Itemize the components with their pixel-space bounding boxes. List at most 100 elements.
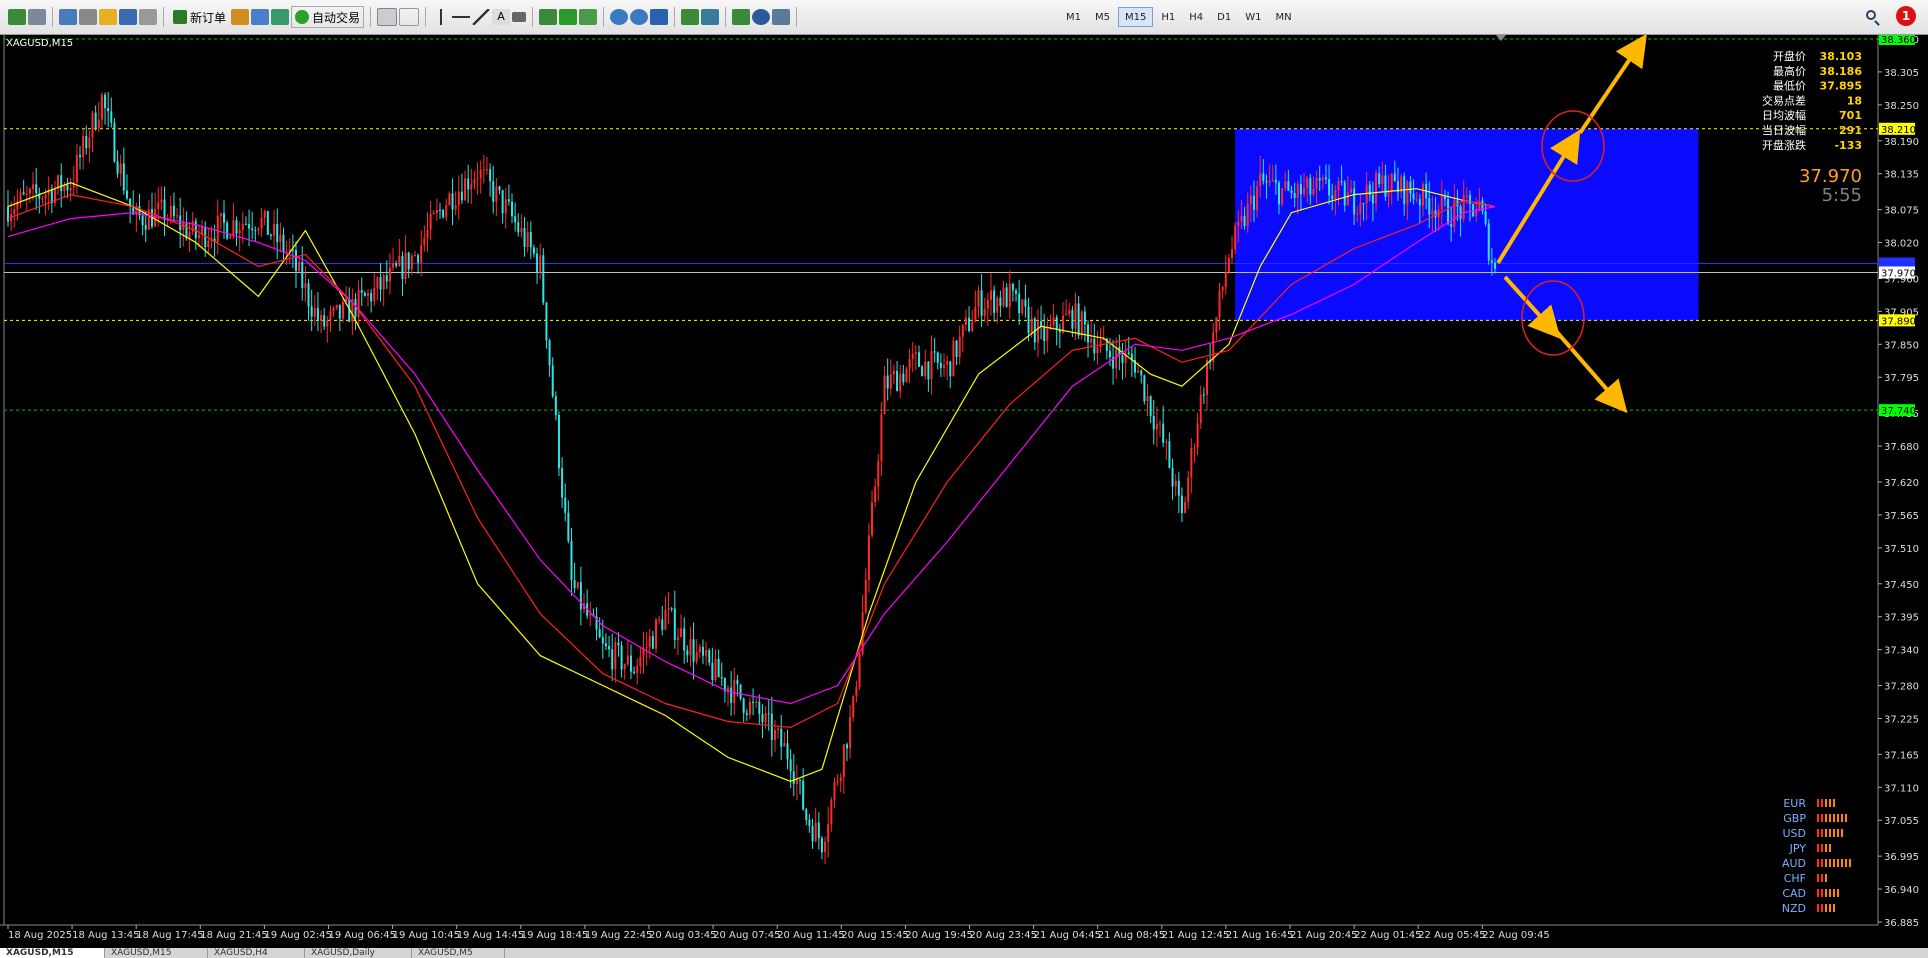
periods-icon[interactable]	[752, 9, 771, 25]
strength-bar	[1825, 859, 1827, 867]
metaeditor-icon[interactable]	[231, 9, 250, 25]
label-tool-icon[interactable]	[512, 12, 527, 22]
candle-body	[307, 283, 310, 307]
candle-body	[808, 819, 811, 826]
candle-body	[1462, 195, 1465, 220]
chart-tabs: XAGUSD,M15 XAGUSD,M15 XAGUSD,H4 XAGUSD,D…	[0, 948, 1928, 958]
candlestick-chart-icon[interactable]	[559, 9, 578, 25]
y-tick-label: 37.110	[1884, 783, 1919, 794]
candle-body	[179, 215, 182, 231]
tab-chart-5[interactable]: XAGUSD,M5	[412, 948, 505, 958]
tile-windows-icon[interactable]	[650, 9, 669, 25]
crosshair-tool-icon[interactable]	[399, 8, 420, 26]
timeframe-h1[interactable]: H1	[1155, 7, 1181, 27]
zoom-in-icon[interactable]	[610, 9, 629, 25]
crosshair-icon[interactable]	[79, 9, 97, 25]
timeframe-w1[interactable]: W1	[1239, 7, 1267, 27]
strength-bar	[1829, 829, 1831, 837]
timeframe-m5[interactable]: M5	[1089, 7, 1116, 27]
candle-body	[664, 609, 667, 630]
candle-body	[91, 112, 94, 138]
y-tick-label: 38.075	[1884, 206, 1919, 217]
horizontal-line-icon[interactable]	[452, 9, 471, 25]
candle-body	[485, 169, 488, 171]
zoom-out-icon[interactable]	[630, 9, 649, 25]
candle-body	[1190, 447, 1193, 478]
candle-body	[683, 628, 686, 651]
y-tick-label: 38.250	[1884, 101, 1919, 112]
market-icon[interactable]	[271, 9, 290, 25]
bar-chart-icon[interactable]	[539, 9, 558, 25]
candle-body	[373, 287, 376, 302]
candle-body	[542, 255, 545, 303]
candle-body	[824, 841, 827, 853]
candle-body	[1418, 199, 1421, 206]
candle-body	[705, 650, 708, 656]
tester-icon[interactable]	[139, 9, 157, 25]
candle-body	[470, 184, 473, 190]
timeframe-mn[interactable]: MN	[1269, 7, 1297, 27]
x-tick-label: 21 Aug 08:45	[1098, 930, 1165, 941]
timeframe-m1[interactable]: M1	[1060, 7, 1087, 27]
tab-chart-1[interactable]: XAGUSD,M15	[0, 948, 105, 958]
tab-chart-2[interactable]: XAGUSD,M15	[105, 948, 208, 958]
timeframe-d1[interactable]: D1	[1211, 7, 1237, 27]
navigator-icon[interactable]	[99, 9, 117, 25]
templates-icon[interactable]	[772, 9, 791, 25]
candle-body	[107, 108, 110, 112]
indicators-icon[interactable]	[732, 9, 751, 25]
terminal-icon[interactable]	[119, 9, 137, 25]
candle-body	[1071, 309, 1074, 329]
profiles-icon[interactable]	[28, 9, 46, 25]
timeframe-m15[interactable]: M15	[1118, 7, 1154, 27]
tab-chart-4[interactable]: XAGUSD,Daily	[305, 948, 412, 958]
candle-body	[1087, 324, 1090, 343]
market-watch-icon[interactable]	[59, 9, 77, 25]
candle-body	[298, 261, 301, 271]
notification-badge[interactable]: 1	[1896, 6, 1916, 26]
text-tool-icon[interactable]: A	[492, 9, 511, 25]
new-order-button[interactable]: 新订单	[170, 7, 229, 27]
search-icon[interactable]	[1866, 10, 1876, 20]
level-label: 37.890	[1881, 316, 1916, 327]
candle-body	[673, 608, 676, 641]
candle-body	[79, 155, 82, 158]
candle-body	[629, 655, 632, 672]
line-chart-icon[interactable]	[579, 9, 598, 25]
candle-body	[958, 336, 961, 358]
new-chart-icon[interactable]	[8, 9, 26, 25]
candle-body	[435, 210, 438, 214]
chart-shift-icon[interactable]	[701, 9, 720, 25]
candle-body	[770, 713, 773, 741]
vertical-line-icon[interactable]	[432, 9, 451, 25]
candle-body	[335, 304, 338, 308]
currency-name: AUD	[1782, 857, 1806, 870]
info-label: 最低价	[1773, 80, 1806, 93]
auto-trade-button[interactable]: 自动交易	[291, 6, 365, 28]
price-chart[interactable]: 38.360 38.305 38.250 38.190 38.135 38.075 38.0…	[0, 35, 1928, 948]
candle-body	[1321, 177, 1324, 181]
candle-body	[1337, 180, 1340, 191]
candle-body	[439, 210, 442, 212]
autoscroll-icon[interactable]	[681, 9, 700, 25]
candle-body	[752, 701, 755, 704]
candle-body	[1090, 338, 1093, 343]
info-value: 18	[1847, 94, 1862, 107]
candle-body	[1359, 202, 1362, 214]
tab-chart-3[interactable]: XAGUSD,H4	[208, 948, 305, 958]
candle-body	[601, 637, 604, 644]
candle-body	[100, 94, 103, 120]
trendline-icon[interactable]	[472, 9, 491, 25]
candle-body	[936, 352, 939, 363]
candle-body	[1431, 210, 1434, 215]
candle-body	[842, 744, 845, 777]
candle-body	[1137, 370, 1140, 373]
candle-body	[7, 206, 9, 222]
signals-icon[interactable]	[251, 9, 270, 25]
candle-body	[32, 184, 35, 190]
timeframe-h4[interactable]: H4	[1183, 7, 1209, 27]
candle-body	[413, 255, 416, 257]
cursor-icon[interactable]	[377, 8, 398, 26]
candle-body	[780, 728, 783, 747]
y-tick-label: 37.450	[1884, 580, 1919, 591]
